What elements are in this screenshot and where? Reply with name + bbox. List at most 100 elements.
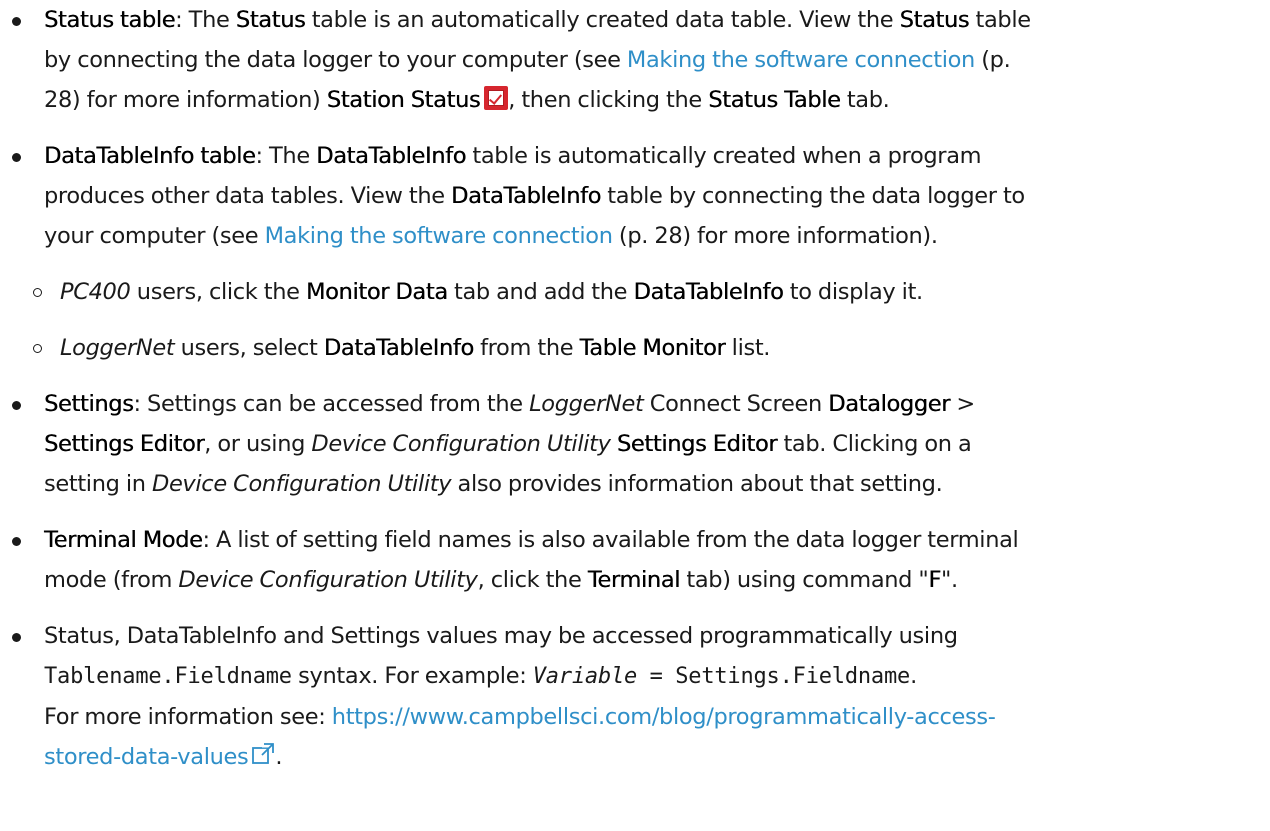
code-tablename-fieldname: Tablename.Fieldname xyxy=(44,664,292,689)
text: syntax. For example: xyxy=(291,663,533,689)
text: table is automatically created when a pr… xyxy=(466,143,982,169)
bullet-icon xyxy=(12,153,21,162)
line: mode (from Device Configuration Utility,… xyxy=(44,560,1270,600)
sub-item-loggernet: LoggerNet users, select DataTableInfo fr… xyxy=(0,328,1270,368)
list-item-terminal-mode: Terminal Mode: A list of setting field n… xyxy=(6,520,1270,600)
text: , click the xyxy=(477,567,588,593)
term-settings-editor: Settings Editor xyxy=(44,431,205,457)
text: (p. 28) for more information). xyxy=(612,223,938,249)
text: . xyxy=(910,663,917,689)
external-link-icon[interactable] xyxy=(251,742,275,766)
text: tab. Clicking on a xyxy=(777,431,972,457)
line: stored-data-values. xyxy=(44,737,1270,777)
text: : The xyxy=(255,143,317,169)
text: , then clicking the xyxy=(508,87,709,113)
term-status: Status xyxy=(899,7,970,33)
text: (p. xyxy=(974,47,1011,73)
term-station-status: Station Status xyxy=(326,87,481,113)
term-status: Status xyxy=(235,7,306,33)
text: For more information see: xyxy=(44,704,332,730)
sub-bullet-icon xyxy=(33,288,42,297)
text: list. xyxy=(725,335,771,361)
list-item-datatableinfo: DataTableInfo table: The DataTableInfo t… xyxy=(6,136,1270,256)
term-terminal-mode: Terminal Mode xyxy=(44,527,203,553)
text: users, click the xyxy=(130,279,306,305)
text: ". xyxy=(941,567,958,593)
line: Terminal Mode: A list of setting field n… xyxy=(44,520,1270,560)
code-settings-fieldname: = Settings.Fieldname xyxy=(637,664,911,689)
text: produces other data tables. View the xyxy=(44,183,452,209)
text: from the xyxy=(473,335,580,361)
link-blog-url[interactable]: https://www.campbellsci.com/blog/program… xyxy=(332,704,996,730)
bullet-icon xyxy=(12,537,21,546)
line: Settings Editor, or using Device Configu… xyxy=(44,424,1270,464)
app-name-device-configuration-utility: Device Configuration Utility xyxy=(151,471,452,497)
text: : A list of setting field names is also … xyxy=(202,527,1019,553)
sub-bullet-icon xyxy=(33,344,42,353)
text: . xyxy=(275,744,283,770)
list-item-programmatic-access: Status, DataTableInfo and Settings value… xyxy=(6,616,1270,777)
text: : Settings can be accessed from the xyxy=(133,391,530,417)
sub-list: PC400 users, click the Monitor Data tab … xyxy=(0,272,1270,368)
term-datatableinfo: DataTableInfo xyxy=(316,143,467,169)
text: : The xyxy=(175,7,236,33)
line: setting in Device Configuration Utility … xyxy=(44,464,1270,504)
term-table-monitor: Table Monitor xyxy=(579,335,726,361)
term-datatableinfo: DataTableInfo xyxy=(451,183,601,209)
term-monitor-data: Monitor Data xyxy=(305,279,448,305)
line: DataTableInfo table: The DataTableInfo t… xyxy=(44,136,1270,176)
text: also provides information about that set… xyxy=(451,471,943,497)
text: users, select xyxy=(174,335,324,361)
term-status-table: Status table xyxy=(44,7,176,33)
term-settings: Settings xyxy=(44,391,134,417)
text: mode (from xyxy=(44,567,179,593)
list-item-settings: Settings: Settings can be accessed from … xyxy=(6,384,1270,504)
line: by connecting the data logger to your co… xyxy=(44,40,1270,80)
term-settings-editor: Settings Editor xyxy=(610,431,778,457)
text: Status, DataTableInfo and Settings value… xyxy=(44,623,958,649)
text: tab. xyxy=(840,87,890,113)
text: table by connecting the data logger to xyxy=(601,183,1025,209)
app-name-loggernet: LoggerNet xyxy=(529,391,644,417)
text: your computer (see xyxy=(44,223,265,249)
code-variable: Variable xyxy=(532,664,638,689)
line: Tablename.Fieldname syntax. For example:… xyxy=(44,656,1270,697)
link-making-software-connection[interactable]: Making the software connection xyxy=(627,47,975,73)
bullet-icon xyxy=(12,17,21,26)
app-name-pc400: PC400 xyxy=(60,279,131,305)
app-name-device-configuration-utility: Device Configuration Utility xyxy=(311,431,611,457)
line: Status, DataTableInfo and Settings value… xyxy=(44,616,1270,656)
station-status-icon xyxy=(484,86,509,110)
term-datatableinfo: DataTableInfo xyxy=(323,335,474,361)
text: > xyxy=(950,391,975,417)
line: 28) for more information) Station Status… xyxy=(44,80,1270,120)
term-datatableinfo-table: DataTableInfo table xyxy=(44,143,256,169)
term-status-table-tab: Status Table xyxy=(708,87,841,113)
text: table is an automatically created data t… xyxy=(305,7,900,33)
term-datalogger: Datalogger xyxy=(828,391,951,417)
sub-item-pc400: PC400 users, click the Monitor Data tab … xyxy=(0,272,1270,312)
app-name-device-configuration-utility: Device Configuration Utility xyxy=(178,567,478,593)
list-item-status-table: Status table: The Status table is an aut… xyxy=(6,0,1270,120)
text: tab and add the xyxy=(447,279,634,305)
text: Connect Screen xyxy=(643,391,829,417)
line: For more information see: https://www.ca… xyxy=(44,697,1270,737)
link-blog-url-continued[interactable]: stored-data-values xyxy=(44,744,249,770)
text: tab) using command " xyxy=(680,567,929,593)
app-name-loggernet: LoggerNet xyxy=(60,335,175,361)
text: to display it. xyxy=(783,279,923,305)
term-terminal: Terminal xyxy=(587,567,681,593)
text: 28) for more information) xyxy=(44,87,327,113)
text: by connecting the data logger to your co… xyxy=(44,47,627,73)
text: table xyxy=(969,7,1031,33)
bullet-icon xyxy=(12,401,21,410)
bullet-list: Status table: The Status table is an aut… xyxy=(0,0,1270,777)
text: setting in xyxy=(44,471,152,497)
line: your computer (see Making the software c… xyxy=(44,216,1270,256)
line: Settings: Settings can be accessed from … xyxy=(44,384,1270,424)
term-datatableinfo: DataTableInfo xyxy=(633,279,784,305)
link-making-software-connection[interactable]: Making the software connection xyxy=(265,223,613,249)
document-page: Status table: The Status table is an aut… xyxy=(0,0,1270,777)
text: , or using xyxy=(204,431,312,457)
line: produces other data tables. View the Dat… xyxy=(44,176,1270,216)
